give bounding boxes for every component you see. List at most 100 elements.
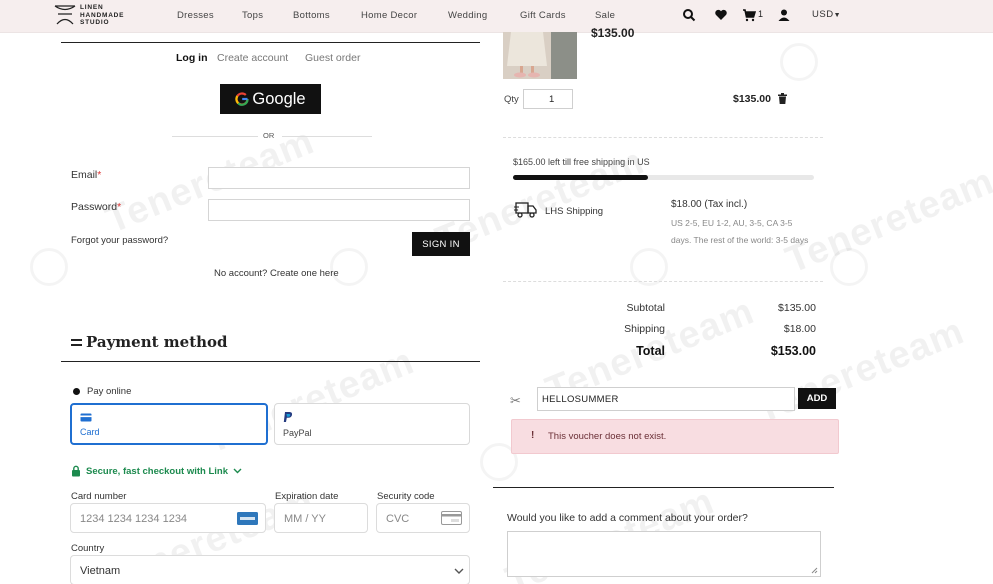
scissors-icon: ✂ [510,393,521,408]
shipping-method-name: LHS Shipping [545,206,604,217]
paypal-payment-option[interactable]: PayPal [274,403,470,445]
cvc-placeholder: CVC [386,513,410,525]
expiry-placeholder: MM / YY [284,513,326,525]
amex-card-icon [237,512,258,525]
add-voucher-button[interactable]: ADD [798,388,836,409]
email-label: Email* [71,169,102,181]
chevron-down-icon [233,468,242,474]
product-thumbnail[interactable] [503,32,577,79]
card-option-label: Card [80,427,100,437]
google-login-button[interactable]: Google [220,84,321,114]
password-label: Password* [71,201,122,213]
country-select[interactable]: Vietnam [70,555,470,584]
truck-icon [514,202,537,218]
logo-mark-icon [54,5,76,25]
card-stack-icon [71,339,82,346]
divider [282,136,372,137]
pay-online-label: Pay online [87,386,132,397]
nav-sale[interactable]: Sale [595,10,615,21]
site-header: LINEN HANDMADE STUDIO Dresses Tops Botto… [0,0,993,33]
voucher-error-message: This voucher does not exist. [548,431,667,442]
email-field[interactable] [208,167,470,189]
google-button-label: Google [252,89,306,108]
card-number-label: Card number [71,491,127,502]
expiry-label: Expiration date [275,491,339,502]
cvc-card-icon [441,511,462,525]
cart-icon[interactable] [742,8,756,22]
tab-create-account[interactable]: Create account [217,52,288,64]
card-number-placeholder: 1234 1234 1234 1234 [80,513,188,525]
subtotal-value: $135.00 [778,302,816,314]
nav-bottoms[interactable]: Bottoms [293,10,330,21]
voucher-error-alert: ! This voucher does not exist. [511,419,839,454]
subtotal-label: Subtotal [626,302,665,314]
divider [503,281,823,282]
trash-icon[interactable] [778,93,787,104]
card-payment-option[interactable]: Card [70,403,268,445]
logo-text: LINEN HANDMADE STUDIO [80,4,125,26]
watermark-emblem [330,248,368,286]
free-shipping-progress [513,175,814,180]
cvc-label: Security code [377,491,435,502]
shipping-value: $18.00 [783,323,816,335]
voucher-code-input[interactable]: HELLOSUMMER [537,387,795,411]
expiry-input[interactable]: MM / YY [274,503,368,533]
chevron-down-icon [454,568,464,574]
cvc-input[interactable]: CVC [376,503,470,533]
nav-gift-cards[interactable]: Gift Cards [520,10,566,21]
order-comment-question: Would you like to add a comment about yo… [507,512,748,524]
divider [503,137,823,138]
watermark-emblem [30,248,68,286]
secure-link-label: Secure, fast checkout with Link [86,465,229,477]
line-total-price: $135.00 [733,93,771,105]
nav-wedding[interactable]: Wedding [448,10,487,21]
shipping-method-price: $18.00 (Tax incl.) [671,199,748,210]
payment-method-heading: Payment method [86,333,228,351]
tab-guest-order[interactable]: Guest order [305,52,360,64]
search-icon[interactable] [682,8,696,22]
total-label: Total [636,344,665,358]
tab-log-in[interactable]: Log in [176,52,208,64]
nav-dresses[interactable]: Dresses [177,10,214,21]
nav-tops[interactable]: Tops [242,10,263,21]
brand-logo[interactable]: LINEN HANDMADE STUDIO [54,3,134,27]
qty-label: Qty [504,94,519,105]
shipping-label: Shipping [624,323,665,335]
account-user-icon[interactable] [777,8,791,22]
divider [61,361,480,362]
sign-in-button[interactable]: SIGN IN [412,232,470,256]
watermark-emblem [780,43,818,81]
free-shipping-message: $165.00 left till free shipping in US [513,157,650,167]
nav-home-decor[interactable]: Home Decor [361,10,417,21]
quantity-input[interactable]: 1 [523,89,573,109]
card-number-input[interactable]: 1234 1234 1234 1234 [70,503,266,533]
total-value: $153.00 [770,344,816,358]
divider [61,42,480,43]
forgot-password-link[interactable]: Forgot your password? [71,235,168,246]
shipping-delivery-times: US 2-5, EU 1-2, AU, 3-5, CA 3-5 days. Th… [671,218,809,245]
chevron-down-icon: ▼ [833,12,841,19]
divider [493,487,834,488]
cart-count-badge: 1 [758,9,764,19]
wishlist-heart-icon[interactable] [714,8,728,22]
watermark-emblem [830,248,868,286]
paypal-icon [283,412,293,422]
paypal-option-label: PayPal [283,428,312,438]
country-value: Vietnam [80,565,121,577]
password-field[interactable] [208,199,470,221]
google-g-icon [235,92,249,106]
resize-handle-icon[interactable] [811,567,818,574]
progress-fill [513,175,649,180]
currency-selector[interactable]: USD▼ [812,9,841,20]
create-account-link[interactable]: No account? Create one here [214,268,339,279]
divider [172,136,258,137]
order-comment-textarea[interactable] [507,531,821,577]
alert-icon: ! [531,430,535,441]
item-price: $135.00 [591,26,635,40]
credit-card-icon [80,413,92,422]
product-photo [503,32,577,79]
link-secure-checkout[interactable]: Secure, fast checkout with Link [71,465,242,477]
lock-icon [72,465,80,477]
country-label: Country [71,543,105,554]
pay-online-radio[interactable] [73,388,80,395]
